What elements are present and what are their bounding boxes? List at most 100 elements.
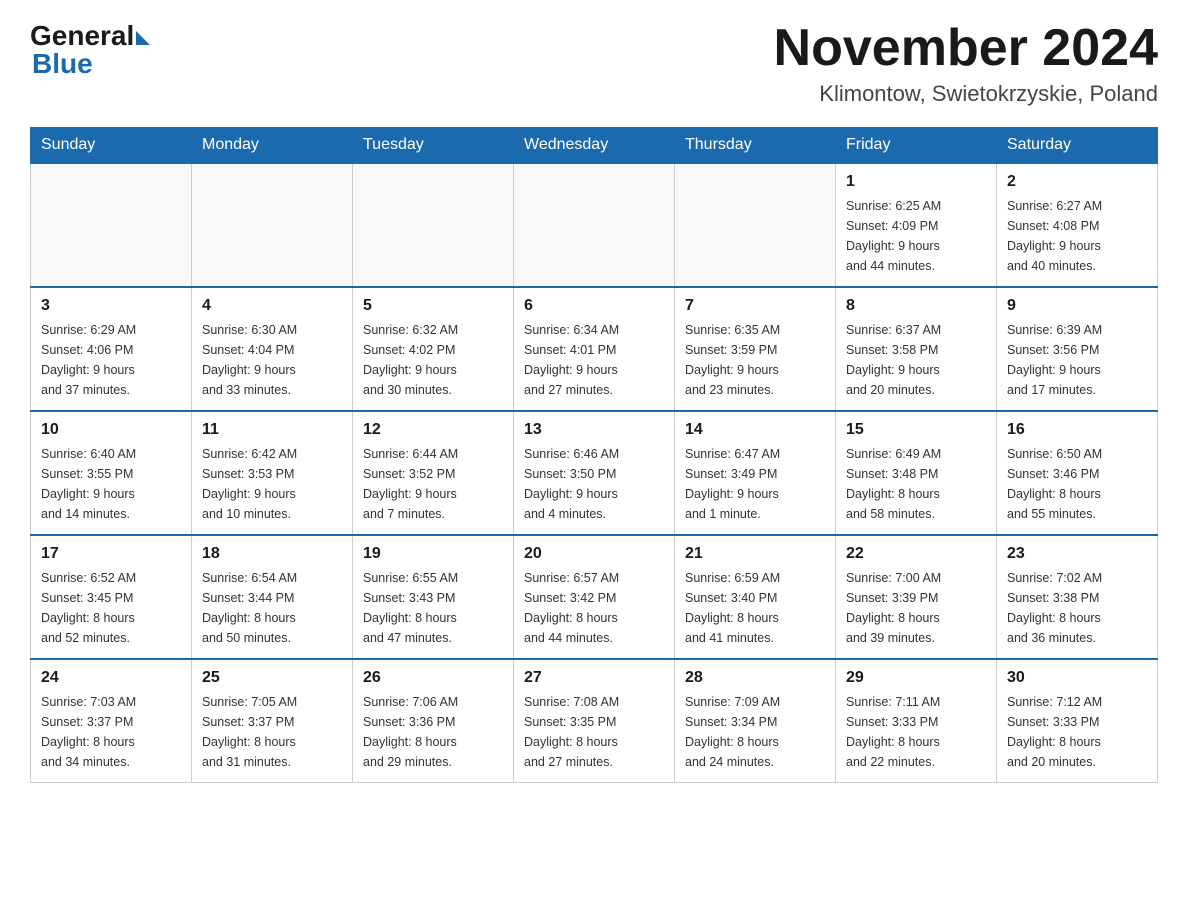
day-info: Sunrise: 6:57 AM Sunset: 3:42 PM Dayligh… xyxy=(524,568,664,648)
day-info: Sunrise: 7:08 AM Sunset: 3:35 PM Dayligh… xyxy=(524,692,664,772)
day-number: 3 xyxy=(41,294,181,318)
day-info: Sunrise: 6:32 AM Sunset: 4:02 PM Dayligh… xyxy=(363,320,503,400)
calendar-cell: 4Sunrise: 6:30 AM Sunset: 4:04 PM Daylig… xyxy=(192,287,353,411)
day-info: Sunrise: 6:50 AM Sunset: 3:46 PM Dayligh… xyxy=(1007,444,1147,524)
day-number: 10 xyxy=(41,418,181,442)
calendar-cell xyxy=(675,163,836,287)
calendar-week-5: 24Sunrise: 7:03 AM Sunset: 3:37 PM Dayli… xyxy=(31,659,1158,783)
day-number: 16 xyxy=(1007,418,1147,442)
calendar-cell: 27Sunrise: 7:08 AM Sunset: 3:35 PM Dayli… xyxy=(514,659,675,783)
calendar-header-monday: Monday xyxy=(192,128,353,164)
calendar-cell: 29Sunrise: 7:11 AM Sunset: 3:33 PM Dayli… xyxy=(836,659,997,783)
calendar-cell: 2Sunrise: 6:27 AM Sunset: 4:08 PM Daylig… xyxy=(997,163,1158,287)
day-number: 6 xyxy=(524,294,664,318)
calendar-cell: 3Sunrise: 6:29 AM Sunset: 4:06 PM Daylig… xyxy=(31,287,192,411)
calendar-cell: 6Sunrise: 6:34 AM Sunset: 4:01 PM Daylig… xyxy=(514,287,675,411)
day-number: 25 xyxy=(202,666,342,690)
calendar-subtitle: Klimontow, Swietokrzyskie, Poland xyxy=(774,81,1158,107)
day-info: Sunrise: 7:11 AM Sunset: 3:33 PM Dayligh… xyxy=(846,692,986,772)
day-number: 7 xyxy=(685,294,825,318)
day-number: 11 xyxy=(202,418,342,442)
day-info: Sunrise: 6:47 AM Sunset: 3:49 PM Dayligh… xyxy=(685,444,825,524)
day-number: 1 xyxy=(846,170,986,194)
calendar-cell: 22Sunrise: 7:00 AM Sunset: 3:39 PM Dayli… xyxy=(836,535,997,659)
calendar-week-3: 10Sunrise: 6:40 AM Sunset: 3:55 PM Dayli… xyxy=(31,411,1158,535)
day-info: Sunrise: 7:03 AM Sunset: 3:37 PM Dayligh… xyxy=(41,692,181,772)
calendar-cell: 5Sunrise: 6:32 AM Sunset: 4:02 PM Daylig… xyxy=(353,287,514,411)
day-info: Sunrise: 6:49 AM Sunset: 3:48 PM Dayligh… xyxy=(846,444,986,524)
day-number: 17 xyxy=(41,542,181,566)
day-info: Sunrise: 7:06 AM Sunset: 3:36 PM Dayligh… xyxy=(363,692,503,772)
calendar-cell: 10Sunrise: 6:40 AM Sunset: 3:55 PM Dayli… xyxy=(31,411,192,535)
calendar-cell: 1Sunrise: 6:25 AM Sunset: 4:09 PM Daylig… xyxy=(836,163,997,287)
calendar-week-1: 1Sunrise: 6:25 AM Sunset: 4:09 PM Daylig… xyxy=(31,163,1158,287)
calendar-header-row: SundayMondayTuesdayWednesdayThursdayFrid… xyxy=(31,128,1158,164)
calendar-cell: 9Sunrise: 6:39 AM Sunset: 3:56 PM Daylig… xyxy=(997,287,1158,411)
day-number: 24 xyxy=(41,666,181,690)
day-info: Sunrise: 6:42 AM Sunset: 3:53 PM Dayligh… xyxy=(202,444,342,524)
day-info: Sunrise: 6:30 AM Sunset: 4:04 PM Dayligh… xyxy=(202,320,342,400)
day-number: 15 xyxy=(846,418,986,442)
day-number: 5 xyxy=(363,294,503,318)
calendar-cell xyxy=(192,163,353,287)
day-info: Sunrise: 6:34 AM Sunset: 4:01 PM Dayligh… xyxy=(524,320,664,400)
day-number: 4 xyxy=(202,294,342,318)
calendar-table: SundayMondayTuesdayWednesdayThursdayFrid… xyxy=(30,127,1158,783)
day-number: 9 xyxy=(1007,294,1147,318)
calendar-cell: 11Sunrise: 6:42 AM Sunset: 3:53 PM Dayli… xyxy=(192,411,353,535)
day-number: 22 xyxy=(846,542,986,566)
day-number: 20 xyxy=(524,542,664,566)
day-info: Sunrise: 6:29 AM Sunset: 4:06 PM Dayligh… xyxy=(41,320,181,400)
day-number: 12 xyxy=(363,418,503,442)
calendar-cell xyxy=(31,163,192,287)
calendar-header-tuesday: Tuesday xyxy=(353,128,514,164)
day-number: 23 xyxy=(1007,542,1147,566)
day-number: 19 xyxy=(363,542,503,566)
calendar-title: November 2024 xyxy=(774,20,1158,77)
day-info: Sunrise: 6:54 AM Sunset: 3:44 PM Dayligh… xyxy=(202,568,342,648)
day-info: Sunrise: 6:40 AM Sunset: 3:55 PM Dayligh… xyxy=(41,444,181,524)
calendar-cell: 12Sunrise: 6:44 AM Sunset: 3:52 PM Dayli… xyxy=(353,411,514,535)
calendar-cell xyxy=(353,163,514,287)
calendar-cell: 28Sunrise: 7:09 AM Sunset: 3:34 PM Dayli… xyxy=(675,659,836,783)
day-info: Sunrise: 6:52 AM Sunset: 3:45 PM Dayligh… xyxy=(41,568,181,648)
calendar-header-sunday: Sunday xyxy=(31,128,192,164)
day-number: 21 xyxy=(685,542,825,566)
calendar-cell: 19Sunrise: 6:55 AM Sunset: 3:43 PM Dayli… xyxy=(353,535,514,659)
calendar-header-saturday: Saturday xyxy=(997,128,1158,164)
calendar-cell: 15Sunrise: 6:49 AM Sunset: 3:48 PM Dayli… xyxy=(836,411,997,535)
calendar-cell: 7Sunrise: 6:35 AM Sunset: 3:59 PM Daylig… xyxy=(675,287,836,411)
calendar-cell: 24Sunrise: 7:03 AM Sunset: 3:37 PM Dayli… xyxy=(31,659,192,783)
calendar-cell: 26Sunrise: 7:06 AM Sunset: 3:36 PM Dayli… xyxy=(353,659,514,783)
calendar-cell xyxy=(514,163,675,287)
logo-blue-text: Blue xyxy=(32,48,93,80)
day-number: 8 xyxy=(846,294,986,318)
day-number: 28 xyxy=(685,666,825,690)
calendar-cell: 13Sunrise: 6:46 AM Sunset: 3:50 PM Dayli… xyxy=(514,411,675,535)
calendar-cell: 17Sunrise: 6:52 AM Sunset: 3:45 PM Dayli… xyxy=(31,535,192,659)
calendar-cell: 18Sunrise: 6:54 AM Sunset: 3:44 PM Dayli… xyxy=(192,535,353,659)
title-area: November 2024 Klimontow, Swietokrzyskie,… xyxy=(774,20,1158,107)
day-info: Sunrise: 6:37 AM Sunset: 3:58 PM Dayligh… xyxy=(846,320,986,400)
calendar-cell: 23Sunrise: 7:02 AM Sunset: 3:38 PM Dayli… xyxy=(997,535,1158,659)
day-number: 26 xyxy=(363,666,503,690)
day-info: Sunrise: 6:25 AM Sunset: 4:09 PM Dayligh… xyxy=(846,196,986,276)
calendar-header-friday: Friday xyxy=(836,128,997,164)
day-info: Sunrise: 7:09 AM Sunset: 3:34 PM Dayligh… xyxy=(685,692,825,772)
day-info: Sunrise: 7:00 AM Sunset: 3:39 PM Dayligh… xyxy=(846,568,986,648)
logo: General Blue xyxy=(30,20,150,80)
day-number: 29 xyxy=(846,666,986,690)
day-info: Sunrise: 6:59 AM Sunset: 3:40 PM Dayligh… xyxy=(685,568,825,648)
day-number: 18 xyxy=(202,542,342,566)
day-number: 13 xyxy=(524,418,664,442)
day-info: Sunrise: 6:55 AM Sunset: 3:43 PM Dayligh… xyxy=(363,568,503,648)
day-info: Sunrise: 7:12 AM Sunset: 3:33 PM Dayligh… xyxy=(1007,692,1147,772)
day-info: Sunrise: 7:02 AM Sunset: 3:38 PM Dayligh… xyxy=(1007,568,1147,648)
calendar-cell: 20Sunrise: 6:57 AM Sunset: 3:42 PM Dayli… xyxy=(514,535,675,659)
day-info: Sunrise: 6:46 AM Sunset: 3:50 PM Dayligh… xyxy=(524,444,664,524)
calendar-week-2: 3Sunrise: 6:29 AM Sunset: 4:06 PM Daylig… xyxy=(31,287,1158,411)
day-info: Sunrise: 6:27 AM Sunset: 4:08 PM Dayligh… xyxy=(1007,196,1147,276)
calendar-cell: 8Sunrise: 6:37 AM Sunset: 3:58 PM Daylig… xyxy=(836,287,997,411)
day-info: Sunrise: 6:44 AM Sunset: 3:52 PM Dayligh… xyxy=(363,444,503,524)
calendar-cell: 16Sunrise: 6:50 AM Sunset: 3:46 PM Dayli… xyxy=(997,411,1158,535)
